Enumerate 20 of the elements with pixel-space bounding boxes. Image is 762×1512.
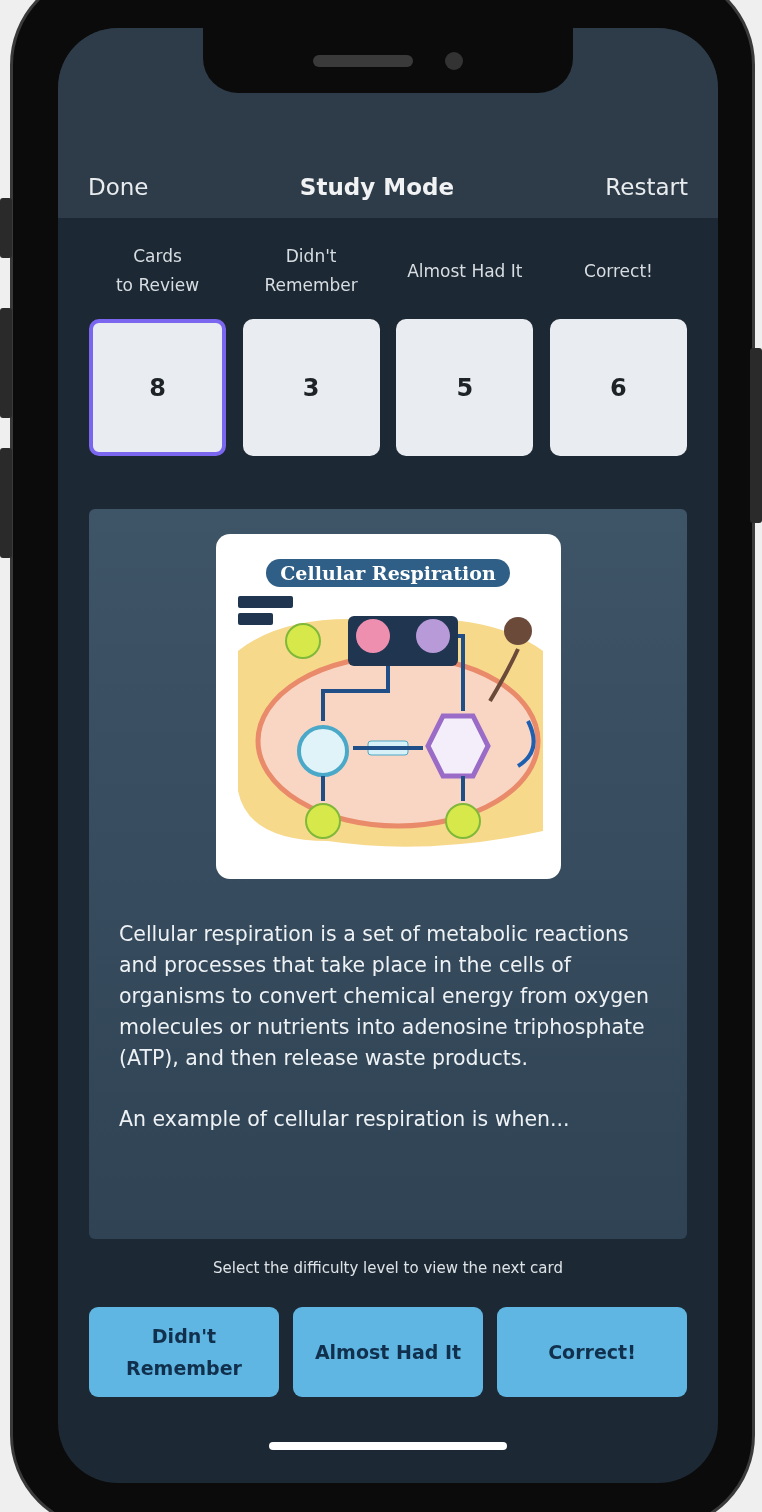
- counter-label: Cards to Review: [115, 245, 200, 297]
- counter-label: Correct!: [584, 259, 653, 283]
- camera-icon: [445, 51, 463, 70]
- restart-link[interactable]: Restart: [605, 174, 688, 200]
- speaker-icon: [313, 54, 413, 67]
- counter-label: Almost Had It: [407, 259, 523, 283]
- difficulty-button[interactable]: Didn't Remember: [89, 1307, 279, 1397]
- screen-title: Study Mode: [299, 174, 454, 200]
- card-text: An example of cellular respiration is when...: [119, 1106, 571, 1133]
- counter-label: Didn't Remember: [264, 245, 358, 297]
- counter-tile[interactable]: 3: [242, 319, 380, 456]
- card-text: Cellular respiration is a set of metabolic reactions and processes that take place in the cells of organisms to convert chemical energy from oxygen molecules or nutrients into adenosine triphosphate (ATP), and then release waste products.: [119, 921, 650, 1072]
- diagram-title: Cellular Respiration: [266, 559, 510, 587]
- done-link[interactable]: Done: [88, 174, 149, 200]
- counter-tile[interactable]: 8: [89, 319, 226, 456]
- counter-tile[interactable]: 6: [549, 319, 687, 456]
- difficulty-button[interactable]: Almost Had It: [293, 1307, 483, 1397]
- difficulty-button[interactable]: Correct!: [497, 1307, 687, 1397]
- counter-tile[interactable]: 5: [396, 319, 534, 456]
- hint-text: Select the difficulty level to view the next card: [213, 1259, 563, 1277]
